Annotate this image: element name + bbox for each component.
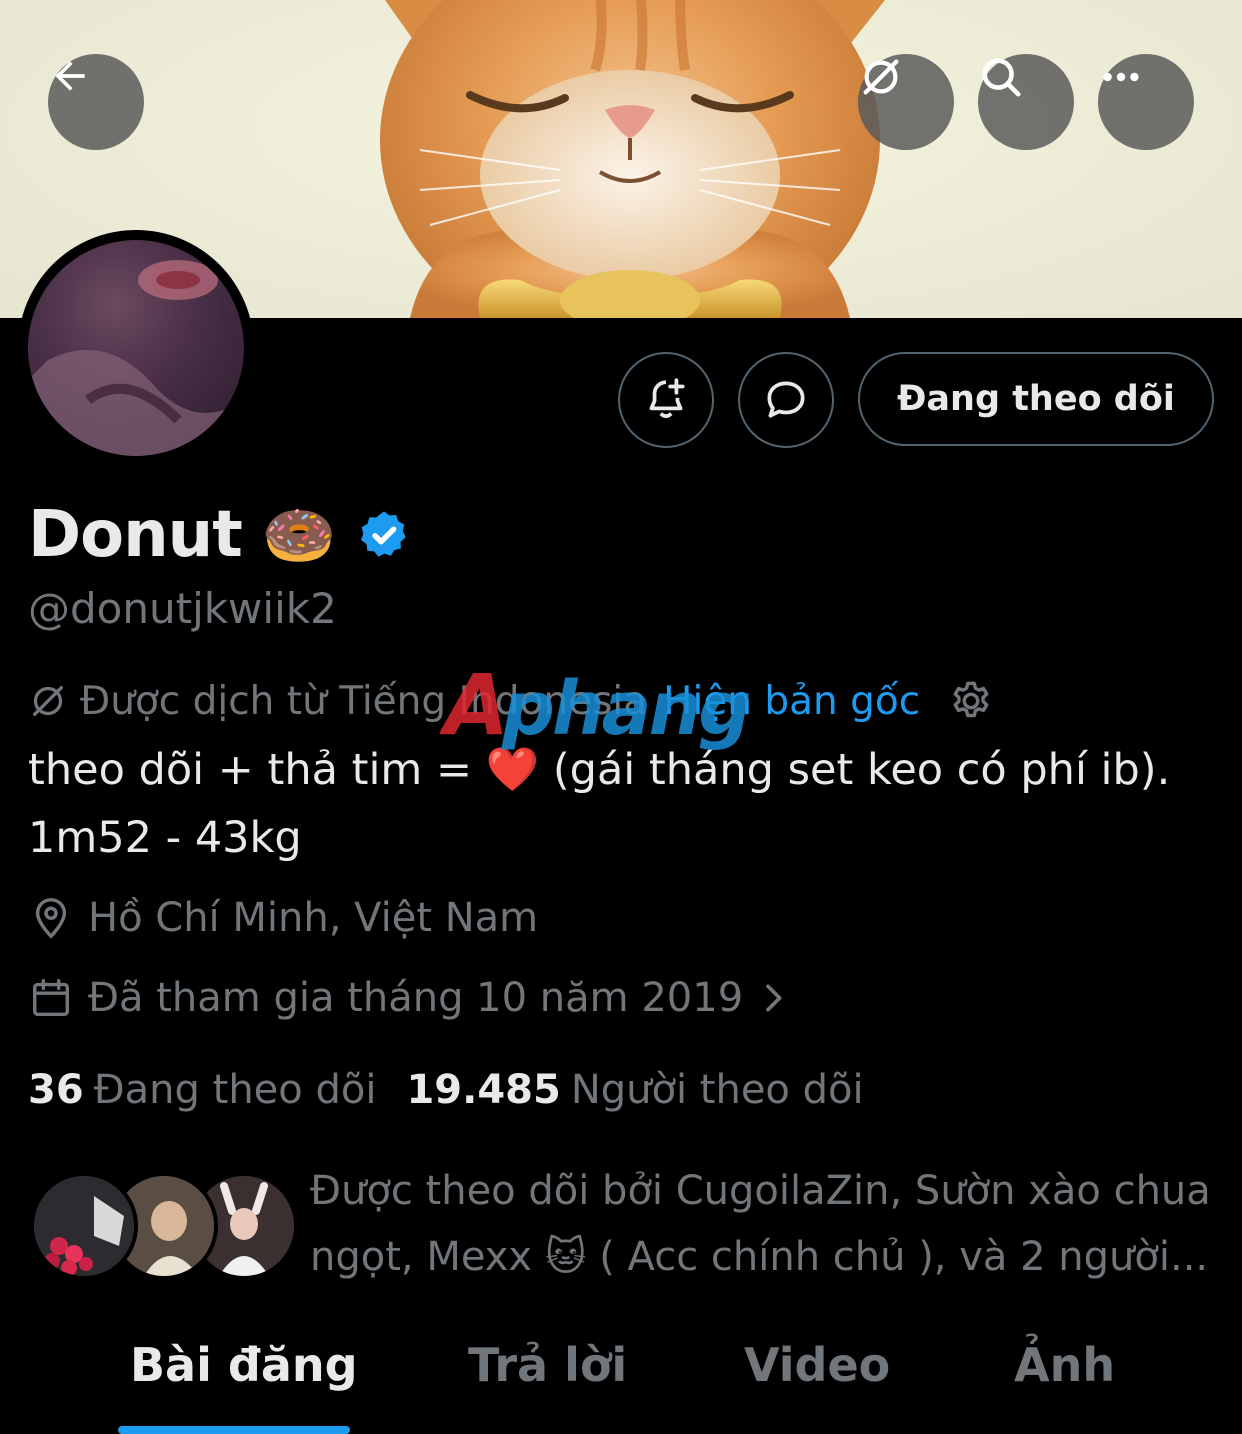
following-button[interactable]: Đang theo dõi [858,352,1214,446]
more-icon [1103,72,1139,82]
tab-replies[interactable]: Trả lời [468,1338,627,1392]
translation-notice: Được dịch từ Tiếng Indonesia Hiện bản gố… [28,672,994,730]
translate-toggle-button[interactable] [858,54,954,150]
bio-text: theo dõi + thả tim = [28,745,486,795]
followed-by-section[interactable]: Được theo dõi bởi CugoilaZin, Sườn xào c… [30,1158,1220,1298]
profile-tabs: Bài đăng Trả lời Video Ảnh [0,1322,1242,1434]
followed-by-text: Được theo dõi bởi CugoilaZin, Sườn xào c… [310,1158,1220,1290]
cat-emoji: 🐱 [544,1234,587,1280]
verified-badge-icon[interactable] [357,508,411,562]
notifications-button[interactable] [618,352,714,448]
profile-name-row: Donut 🍩 [28,492,411,578]
followers-stat[interactable]: 19.485 Người theo dõi [406,1067,863,1113]
joined-row[interactable]: Đã tham gia tháng 10 năm 2019 [28,968,793,1028]
joined-text: Đã tham gia tháng 10 năm 2019 [88,975,744,1021]
follower-avatar [30,1172,138,1280]
profile-handle: @donutjkwiik2 [28,584,337,633]
bio-line: 1m52 - 43kg [28,813,302,863]
donut-emoji: 🍩 [261,500,337,571]
search-button[interactable] [978,54,1074,150]
bio-text: (gái tháng set keo có phí ib). [539,745,1171,795]
following-stat[interactable]: 36 Đang theo dõi [28,1067,376,1113]
tab-videos[interactable]: Video [744,1338,890,1392]
followed-by-avatars [30,1172,298,1282]
translation-label: Được dịch từ Tiếng Indonesia [80,678,648,724]
bell-plus-icon [649,378,685,419]
back-button[interactable] [48,54,144,150]
gear-icon[interactable] [948,678,994,724]
following-count: 36 [28,1067,84,1113]
following-label: Đang theo dõi [93,1067,377,1113]
translate-off-icon [863,59,899,95]
profile-avatar[interactable] [18,230,254,466]
followed-by-more: ( Acc chính chủ ), và 2 người... [586,1234,1209,1280]
tab-photos[interactable]: Ảnh [1014,1338,1115,1392]
message-button[interactable] [738,352,834,448]
active-tab-indicator [118,1426,350,1434]
avatar-image [28,240,244,456]
follow-stats: 36 Đang theo dõi 19.485 Người theo dõi [28,1060,864,1120]
location-text: Hồ Chí Minh, Việt Nam [88,895,539,941]
followers-count: 19.485 [406,1067,561,1113]
arrow-left-icon [55,61,85,91]
display-name: Donut [28,498,243,572]
chevron-right-icon [766,984,782,1012]
followed-by-line: ngọt, Mexx 🐱 ( Acc chính chủ ), và 2 ngư… [310,1224,1220,1290]
search-icon [982,58,1021,97]
tab-posts[interactable]: Bài đăng [130,1338,358,1392]
location-pin-icon [35,898,67,939]
more-options-button[interactable] [1098,54,1194,150]
profile-bio: theo dõi + thả tim = ❤️ (gái tháng set k… [28,736,1218,872]
show-original-link[interactable]: Hiện bản gốc [663,679,920,724]
followed-by-names: ngọt, Mexx [310,1234,545,1280]
chat-bubble-icon [767,381,805,418]
followed-by-line: Được theo dõi bởi CugoilaZin, Sườn xào c… [310,1168,1211,1214]
location-row: Hồ Chí Minh, Việt Nam [28,888,538,948]
followers-label: Người theo dõi [570,1067,864,1113]
calendar-icon [32,979,70,1017]
bio-line: theo dõi + thả tim = ❤️ (gái tháng set k… [28,736,1218,804]
translate-off-icon [33,686,63,716]
heart-emoji: ❤️ [485,745,540,795]
